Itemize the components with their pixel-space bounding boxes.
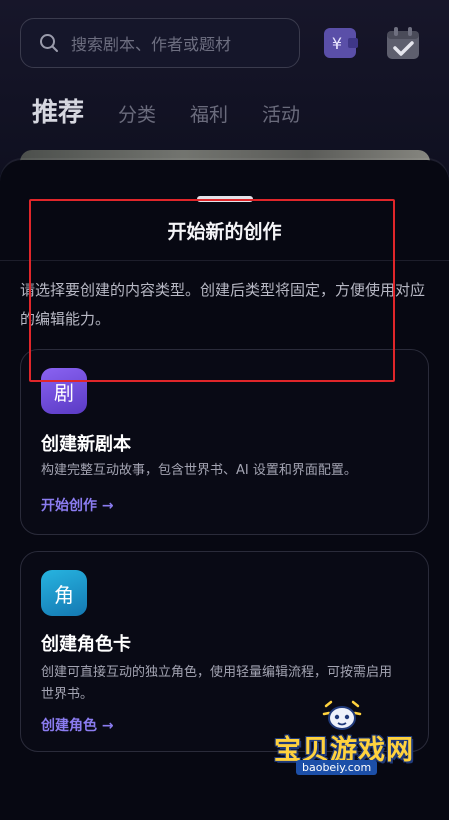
- wallet-button[interactable]: ¥: [322, 24, 360, 62]
- category-tabs: 推荐 分类 福利 活动: [32, 92, 334, 129]
- wallet-yen-symbol: ¥: [332, 34, 342, 53]
- checkin-button[interactable]: [384, 24, 422, 62]
- wallet-yen-icon: ¥: [324, 28, 358, 58]
- search-placeholder: 搜索剧本、作者或题材: [71, 35, 232, 54]
- card-title: 创建角色卡: [41, 634, 131, 655]
- start-creating-link[interactable]: 开始创作 →: [41, 495, 114, 515]
- tab-recommend[interactable]: 推荐: [32, 92, 84, 129]
- search-icon: [40, 34, 58, 52]
- tab-welfare[interactable]: 福利: [190, 100, 228, 127]
- site-watermark: 宝贝游戏网 baobeiy.com: [272, 700, 422, 778]
- search-input[interactable]: 搜索剧本、作者或题材: [20, 18, 300, 68]
- character-badge-icon: 角: [41, 570, 87, 616]
- tab-events[interactable]: 活动: [262, 100, 300, 127]
- card-description: 构建完整互动故事，包含世界书、AI 设置和界面配置。: [41, 463, 357, 478]
- annotation-highlight-box: [29, 199, 395, 382]
- calendar-check-icon: [387, 27, 419, 59]
- tab-category[interactable]: 分类: [118, 100, 156, 127]
- watermark-url: baobeiy.com: [296, 760, 378, 775]
- card-title: 创建新剧本: [41, 434, 131, 455]
- create-character-link[interactable]: 创建角色 →: [41, 715, 114, 735]
